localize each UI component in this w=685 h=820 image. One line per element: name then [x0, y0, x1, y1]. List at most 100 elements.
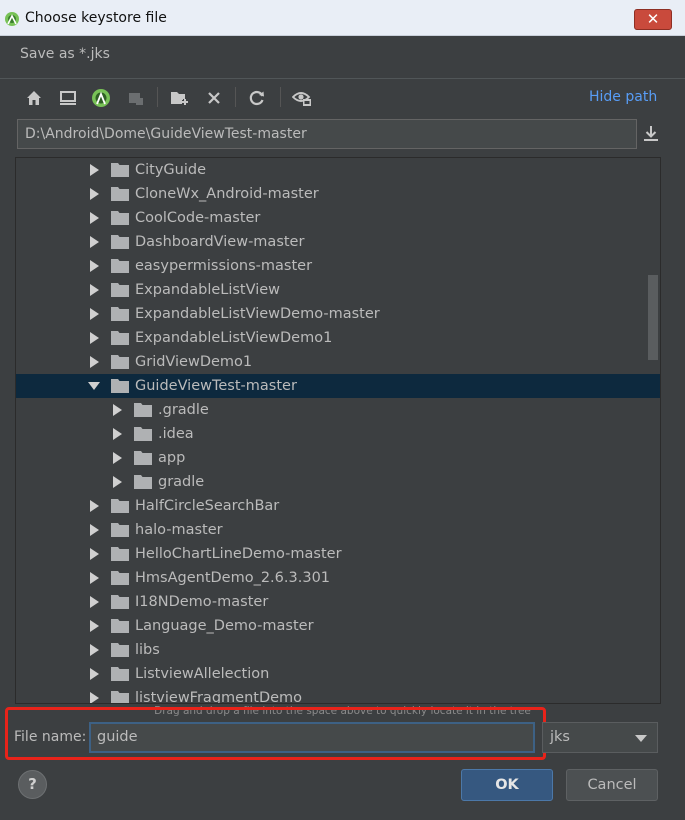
- tree-row[interactable]: CoolCode-master: [16, 206, 660, 230]
- tree-row[interactable]: ExpandableListViewDemo1: [16, 326, 660, 350]
- folder-icon: [111, 355, 129, 369]
- folder-icon: [134, 427, 152, 441]
- dialog-description: Save as *.jks: [20, 46, 110, 62]
- window-title: Choose keystore file: [25, 10, 167, 26]
- collapsed-arrow-icon[interactable]: [88, 500, 100, 512]
- folder-icon: [111, 235, 129, 249]
- show-hidden-icon[interactable]: [292, 88, 312, 108]
- tree-row-label: easypermissions-master: [135, 258, 313, 274]
- tree-row-label: gradle: [158, 474, 205, 490]
- collapsed-arrow-icon[interactable]: [111, 428, 123, 440]
- collapsed-arrow-icon[interactable]: [88, 668, 100, 680]
- collapsed-arrow-icon[interactable]: [88, 644, 100, 656]
- tree-row-label: CloneWx_Android-master: [135, 186, 319, 202]
- collapsed-arrow-icon[interactable]: [111, 476, 123, 488]
- folder-icon: [134, 403, 152, 417]
- collapsed-arrow-icon[interactable]: [88, 188, 100, 200]
- tree-row[interactable]: gradle: [16, 470, 660, 494]
- tree-row[interactable]: Language_Demo-master: [16, 614, 660, 638]
- refresh-icon[interactable]: [247, 88, 267, 108]
- tree-row[interactable]: HelloChartLineDemo-master: [16, 542, 660, 566]
- collapsed-arrow-icon[interactable]: [88, 620, 100, 632]
- file-tree[interactable]: CityGuide CloneWx_Android-master CoolCode-…: [15, 157, 661, 704]
- tree-row[interactable]: halo-master: [16, 518, 660, 542]
- collapsed-arrow-icon[interactable]: [88, 212, 100, 224]
- toolbar-separator: [280, 87, 281, 107]
- tree-row[interactable]: HmsAgentDemo_2.6.3.301: [16, 566, 660, 590]
- home-icon[interactable]: [24, 88, 44, 108]
- tree-row[interactable]: GuideViewTest-master: [16, 374, 660, 398]
- collapsed-arrow-icon[interactable]: [88, 164, 100, 176]
- tree-row-label: I18NDemo-master: [135, 594, 269, 610]
- folder-icon: [111, 259, 129, 273]
- tree-row[interactable]: CloneWx_Android-master: [16, 182, 660, 206]
- android-project-icon[interactable]: [91, 88, 111, 108]
- folder-icon: [111, 163, 129, 177]
- collapsed-arrow-icon[interactable]: [88, 596, 100, 608]
- collapsed-arrow-icon[interactable]: [88, 260, 100, 272]
- tree-row[interactable]: DashboardView-master: [16, 230, 660, 254]
- toolbar-separator: [157, 87, 158, 107]
- extension-select[interactable]: jks: [542, 722, 658, 753]
- tree-row[interactable]: libs: [16, 638, 660, 662]
- folder-icon: [111, 283, 129, 297]
- expanded-arrow-icon[interactable]: [88, 380, 100, 392]
- tree-row[interactable]: CityGuide: [16, 158, 660, 182]
- folder-icon: [111, 691, 129, 703]
- tree-row-label: .idea: [158, 426, 194, 442]
- tree-row[interactable]: GridViewDemo1: [16, 350, 660, 374]
- tree-row-label: HmsAgentDemo_2.6.3.301: [135, 570, 331, 586]
- close-button[interactable]: ✕: [634, 9, 672, 30]
- download-icon[interactable]: [642, 124, 660, 144]
- collapsed-arrow-icon[interactable]: [88, 572, 100, 584]
- toolbar-separator: [235, 87, 236, 107]
- toolbar: Hide path: [0, 78, 685, 116]
- new-folder-icon[interactable]: [170, 88, 190, 108]
- collapsed-arrow-icon[interactable]: [88, 308, 100, 320]
- window-titlebar: Choose keystore file ✕: [0, 0, 685, 36]
- tree-row-label: HelloChartLineDemo-master: [135, 546, 342, 562]
- collapsed-arrow-icon[interactable]: [88, 332, 100, 344]
- help-button[interactable]: ?: [18, 770, 47, 799]
- collapsed-arrow-icon[interactable]: [88, 284, 100, 296]
- hide-path-link[interactable]: Hide path: [589, 89, 657, 105]
- collapsed-arrow-icon[interactable]: [88, 524, 100, 536]
- folder-icon: [111, 523, 129, 537]
- collapsed-arrow-icon[interactable]: [88, 692, 100, 704]
- collapsed-arrow-icon[interactable]: [88, 236, 100, 248]
- highlight-annotation: [5, 707, 546, 760]
- tree-row[interactable]: easypermissions-master: [16, 254, 660, 278]
- cancel-button[interactable]: Cancel: [566, 769, 658, 801]
- desktop-icon[interactable]: [58, 88, 78, 108]
- tree-row[interactable]: ExpandableListViewDemo-master: [16, 302, 660, 326]
- tree-row[interactable]: ListviewAllelection: [16, 662, 660, 686]
- tree-row-label: HalfCircleSearchBar: [135, 498, 280, 514]
- tree-row[interactable]: I18NDemo-master: [16, 590, 660, 614]
- tree-row[interactable]: app: [16, 446, 660, 470]
- folder-icon: [111, 643, 129, 657]
- folder-icon: [111, 307, 129, 321]
- folder-icon: [111, 499, 129, 513]
- collapsed-arrow-icon[interactable]: [111, 404, 123, 416]
- tree-scrollbar[interactable]: [648, 275, 658, 360]
- module-icon[interactable]: [126, 88, 146, 108]
- tree-row[interactable]: listviewFragmentDemo: [16, 686, 660, 704]
- folder-icon: [134, 475, 152, 489]
- collapsed-arrow-icon[interactable]: [88, 356, 100, 368]
- folder-icon: [111, 379, 129, 393]
- folder-icon: [111, 619, 129, 633]
- tree-row-label: .gradle: [158, 402, 209, 418]
- delete-icon[interactable]: [204, 88, 224, 108]
- ok-button[interactable]: OK: [461, 769, 553, 801]
- extension-value: jks: [550, 729, 570, 745]
- tree-row[interactable]: .idea: [16, 422, 660, 446]
- tree-row-label: GridViewDemo1: [135, 354, 253, 370]
- path-input[interactable]: D:\Android\Dome\GuideViewTest-master: [17, 119, 637, 149]
- tree-row[interactable]: HalfCircleSearchBar: [16, 494, 660, 518]
- tree-row[interactable]: .gradle: [16, 398, 660, 422]
- collapsed-arrow-icon[interactable]: [111, 452, 123, 464]
- android-studio-icon: [5, 12, 19, 26]
- tree-row-label: libs: [135, 642, 160, 658]
- tree-row[interactable]: ExpandableListView: [16, 278, 660, 302]
- collapsed-arrow-icon[interactable]: [88, 548, 100, 560]
